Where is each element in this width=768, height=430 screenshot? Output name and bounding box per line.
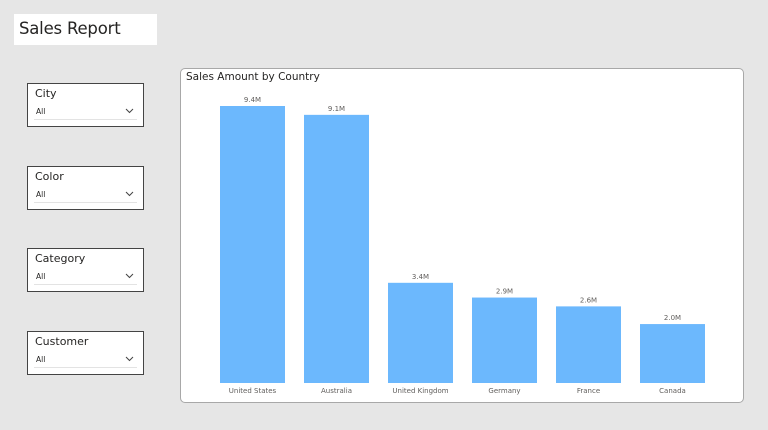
data-label: 2.0M: [664, 314, 681, 322]
bar-united-states[interactable]: [220, 106, 285, 383]
category-dropdown[interactable]: All: [34, 269, 137, 285]
chevron-down-icon: [125, 356, 134, 362]
customer-slicer-label: Customer: [35, 335, 89, 348]
bar-germany[interactable]: [472, 297, 537, 383]
data-label: 3.4M: [412, 273, 429, 281]
city-slicer[interactable]: City All: [27, 83, 144, 127]
customer-slicer[interactable]: Customer All: [27, 331, 144, 375]
report-title-box: Sales Report: [14, 14, 157, 45]
chevron-down-icon: [125, 273, 134, 279]
data-label: 9.4M: [244, 96, 261, 104]
bar-chart-plot: 9.4M United States 9.1M Australia 3.4M United…: [220, 96, 705, 395]
category-label: United States: [229, 387, 277, 395]
data-label: 2.6M: [580, 296, 597, 304]
category-dropdown-value: All: [36, 272, 46, 281]
category-label: Canada: [659, 387, 686, 395]
report-title: Sales Report: [19, 19, 121, 38]
city-dropdown-value: All: [36, 107, 46, 116]
category-label: France: [577, 387, 600, 395]
color-slicer-label: Color: [35, 170, 64, 183]
sales-by-country-chart[interactable]: Sales Amount by Country 9.4M United State…: [180, 68, 744, 403]
data-label: 2.9M: [496, 288, 513, 296]
customer-dropdown[interactable]: All: [34, 352, 137, 368]
category-label: United Kingdom: [392, 387, 448, 395]
data-label: 9.1M: [328, 105, 345, 113]
customer-dropdown-value: All: [36, 355, 46, 364]
category-label: Australia: [321, 387, 352, 395]
city-slicer-label: City: [35, 87, 57, 100]
category-slicer-label: Category: [35, 252, 86, 265]
bar-united-kingdom[interactable]: [388, 282, 453, 383]
chevron-down-icon: [125, 191, 134, 197]
bar-canada[interactable]: [640, 324, 705, 383]
color-dropdown-value: All: [36, 190, 46, 199]
color-dropdown[interactable]: All: [34, 187, 137, 203]
bar-australia[interactable]: [304, 114, 369, 383]
bar-france[interactable]: [556, 306, 621, 383]
chevron-down-icon: [125, 108, 134, 114]
category-label: Germany: [488, 387, 520, 395]
category-slicer[interactable]: Category All: [27, 248, 144, 292]
city-dropdown[interactable]: All: [34, 104, 137, 120]
color-slicer[interactable]: Color All: [27, 166, 144, 210]
